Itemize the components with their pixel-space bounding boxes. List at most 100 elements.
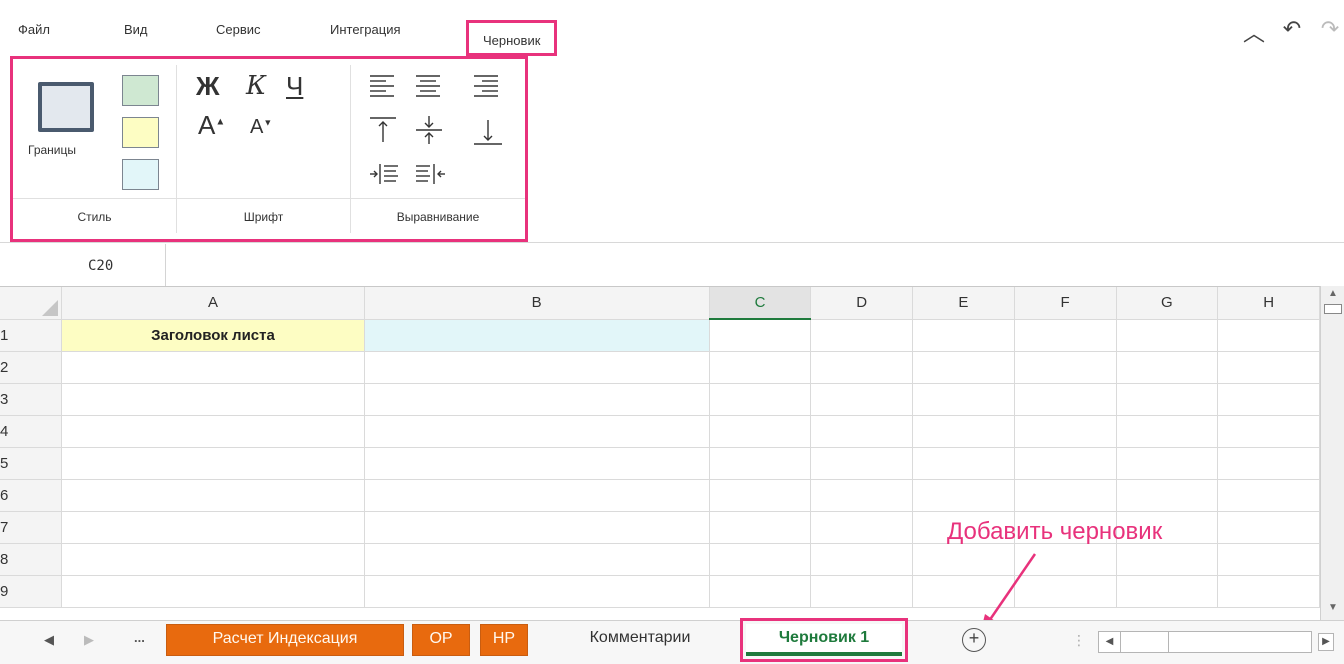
row-header[interactable]: 2 <box>0 351 63 384</box>
cell[interactable] <box>810 319 914 352</box>
sheet-tab-comments[interactable]: Комментарии <box>560 624 720 656</box>
menu-draft[interactable]: Черновик <box>466 20 558 56</box>
sheet-tab-raschet-indeksaciya[interactable]: Расчет Индексация <box>166 624 404 656</box>
cell[interactable] <box>709 383 812 416</box>
row-header[interactable]: 1 <box>0 319 63 352</box>
cell[interactable] <box>709 511 812 544</box>
row-header[interactable]: 6 <box>0 479 63 512</box>
cell[interactable] <box>810 543 914 576</box>
cell[interactable] <box>1014 479 1117 512</box>
resize-handle-icon[interactable]: ⋮ <box>1072 632 1086 649</box>
cell[interactable] <box>61 543 365 576</box>
row-header[interactable]: 9 <box>0 575 63 608</box>
row-header[interactable]: 8 <box>0 543 63 576</box>
cell[interactable] <box>1014 319 1117 352</box>
row-header[interactable]: 4 <box>0 415 63 448</box>
cell[interactable] <box>364 415 710 448</box>
cell[interactable] <box>912 415 1015 448</box>
menu-view[interactable]: Вид <box>124 22 148 37</box>
hscroll-right-icon[interactable]: ▶ <box>1318 633 1334 651</box>
cell[interactable] <box>1116 383 1219 416</box>
cell[interactable] <box>364 575 710 608</box>
cell[interactable] <box>810 383 914 416</box>
cell[interactable] <box>709 479 812 512</box>
cell[interactable] <box>709 415 812 448</box>
sheet-tab-nr[interactable]: НР <box>480 624 528 656</box>
hscroll-thumb[interactable] <box>1121 632 1169 652</box>
cell[interactable] <box>61 511 365 544</box>
cell[interactable] <box>912 351 1015 384</box>
cell[interactable] <box>1217 351 1320 384</box>
cell[interactable] <box>1116 351 1219 384</box>
cell[interactable] <box>810 479 914 512</box>
redo-icon[interactable]: ↷ <box>1316 16 1344 48</box>
column-header-d[interactable]: D <box>810 287 914 320</box>
menu-file[interactable]: Файл <box>18 22 50 37</box>
cell[interactable] <box>810 415 914 448</box>
row-header[interactable]: 7 <box>0 511 63 544</box>
cell[interactable] <box>709 319 812 352</box>
scroll-up-icon[interactable]: ▲ <box>1325 288 1341 302</box>
borders-button[interactable] <box>38 82 94 132</box>
cell[interactable] <box>1116 479 1219 512</box>
cell[interactable] <box>810 575 914 608</box>
menu-integration[interactable]: Интеграция <box>330 22 401 37</box>
cell[interactable] <box>709 543 812 576</box>
cell[interactable] <box>61 575 365 608</box>
cell-b1[interactable] <box>364 319 710 352</box>
cell[interactable] <box>1217 415 1320 448</box>
column-header-f[interactable]: F <box>1014 287 1117 320</box>
cell[interactable] <box>364 479 710 512</box>
cell[interactable] <box>709 575 812 608</box>
decrease-font-button[interactable]: A▼ <box>250 116 272 139</box>
cell[interactable] <box>61 383 365 416</box>
scroll-thumb[interactable] <box>1324 304 1342 314</box>
cell[interactable] <box>810 351 914 384</box>
column-header-a[interactable]: A <box>61 287 365 320</box>
column-header-h[interactable]: H <box>1217 287 1320 320</box>
formula-input[interactable] <box>167 244 1344 286</box>
bold-button[interactable]: Ж <box>196 71 220 102</box>
cell[interactable] <box>1217 447 1320 480</box>
select-all-corner[interactable] <box>0 287 63 320</box>
row-header[interactable]: 3 <box>0 383 63 416</box>
underline-button[interactable]: Ч <box>286 71 303 102</box>
cell[interactable] <box>1014 415 1117 448</box>
cell[interactable] <box>912 447 1015 480</box>
tab-scroll-left-icon[interactable]: ◀ <box>44 632 54 648</box>
row-header[interactable]: 5 <box>0 447 63 480</box>
cell[interactable] <box>1217 383 1320 416</box>
cell[interactable] <box>364 511 710 544</box>
horizontal-scrollbar[interactable]: ◀ <box>1098 631 1312 653</box>
italic-button[interactable]: К <box>246 71 266 101</box>
fill-green-swatch[interactable] <box>122 75 159 106</box>
hscroll-left-icon[interactable]: ◀ <box>1099 632 1121 652</box>
cell[interactable] <box>912 383 1015 416</box>
cell[interactable] <box>709 447 812 480</box>
cell[interactable] <box>364 351 710 384</box>
menu-service[interactable]: Сервис <box>216 22 261 37</box>
undo-icon[interactable]: ↶ <box>1278 16 1306 48</box>
cell-a1[interactable]: Заголовок листа <box>61 319 365 352</box>
tab-scroll-right-icon[interactable]: ▶ <box>84 632 94 648</box>
increase-font-button[interactable]: A▲ <box>198 110 225 141</box>
cell[interactable] <box>1217 543 1320 576</box>
cell[interactable] <box>810 511 914 544</box>
column-header-c[interactable]: C <box>709 287 812 320</box>
name-box[interactable]: C20 <box>0 244 166 286</box>
cell[interactable] <box>1217 511 1320 544</box>
cell[interactable] <box>61 415 365 448</box>
scroll-down-icon[interactable]: ▼ <box>1325 602 1341 616</box>
fill-yellow-swatch[interactable] <box>122 117 159 148</box>
tab-overflow-button[interactable]: ... <box>134 630 145 645</box>
cell[interactable] <box>1116 543 1219 576</box>
cell[interactable] <box>912 319 1015 352</box>
cell[interactable] <box>61 351 365 384</box>
cell[interactable] <box>1116 447 1219 480</box>
cell[interactable] <box>1014 383 1117 416</box>
column-header-g[interactable]: G <box>1116 287 1219 320</box>
sheet-tab-or[interactable]: ОР <box>412 624 470 656</box>
cell[interactable] <box>1217 575 1320 608</box>
column-header-b[interactable]: B <box>364 287 710 320</box>
cell[interactable] <box>1116 319 1219 352</box>
